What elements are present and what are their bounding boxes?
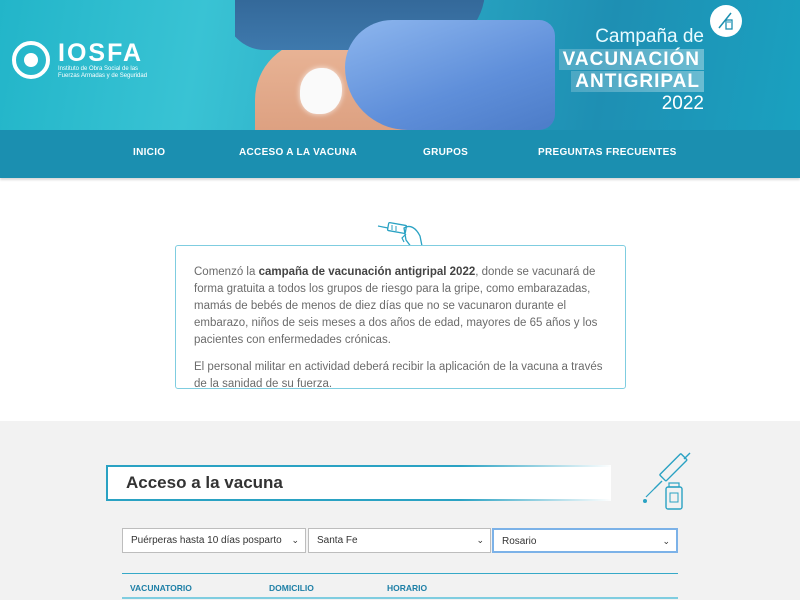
- nav-grupos[interactable]: GRUPOS: [423, 147, 468, 158]
- campaign-title: Campaña de VACUNACIÓN ANTIGRIPAL 2022: [558, 26, 704, 115]
- chevron-down-icon: ⌄: [662, 536, 670, 546]
- column-vacunatorio: VACUNATORIO: [130, 583, 192, 593]
- campaign-year: 2022: [661, 93, 704, 114]
- chevron-down-icon: ⌄: [291, 535, 299, 545]
- campaign-line1: Campaña de: [595, 26, 704, 47]
- city-select[interactable]: Rosario ⌄: [492, 528, 678, 553]
- intro-paragraph-1: Comenzó la campaña de vacunación antigri…: [194, 266, 598, 346]
- syringe-vial-icon: [640, 451, 698, 516]
- nav-inicio[interactable]: INICIO: [133, 147, 165, 158]
- city-select-value: Rosario: [502, 536, 537, 547]
- vaccine-icon: [710, 5, 742, 37]
- iosfa-logo-icon: [12, 41, 50, 79]
- access-title: Acceso a la vacuna: [126, 473, 283, 492]
- campaign-line2: VACUNACIÓN: [558, 49, 704, 70]
- iosfa-logo[interactable]: IOSFA Instituto de Obra Social de las Fu…: [12, 40, 153, 80]
- vaccination-photo: [235, 0, 565, 130]
- province-select[interactable]: Santa Fe ⌄: [308, 528, 491, 553]
- hero-banner: IOSFA Instituto de Obra Social de las Fu…: [0, 0, 800, 130]
- province-select-value: Santa Fe: [317, 535, 358, 546]
- logo-subtitle: Instituto de Obra Social de las Fuerzas …: [58, 66, 148, 79]
- results-table-header: VACUNATORIO DOMICILIO HORARIO: [122, 573, 678, 600]
- column-horario: HORARIO: [387, 583, 428, 593]
- chevron-down-icon: ⌄: [476, 535, 484, 545]
- access-section: Acceso a la vacuna Puérperas hasta 10 dí…: [0, 421, 800, 600]
- table-divider: [122, 597, 678, 599]
- intro-highlight: campaña de vacunación antigripal 2022: [258, 266, 476, 278]
- campaign-line3: ANTIGRIPAL: [571, 71, 704, 92]
- intro-box: Comenzó la campaña de vacunación antigri…: [175, 245, 626, 390]
- group-select-value: Puérperas hasta 10 días posparto: [131, 535, 282, 546]
- nav-preguntas-frecuentes[interactable]: PREGUNTAS FRECUENTES: [538, 147, 677, 158]
- logo-name: IOSFA: [58, 39, 144, 67]
- main-nav: INICIO ACCESO A LA VACUNA GRUPOS PREGUNT…: [0, 130, 800, 178]
- column-domicilio: DOMICILIO: [269, 583, 314, 593]
- nav-acceso-vacuna[interactable]: ACCESO A LA VACUNA: [239, 147, 357, 158]
- group-select[interactable]: Puérperas hasta 10 días posparto ⌄: [122, 528, 306, 553]
- intro-paragraph-2: El personal militar en actividad deberá …: [194, 361, 603, 390]
